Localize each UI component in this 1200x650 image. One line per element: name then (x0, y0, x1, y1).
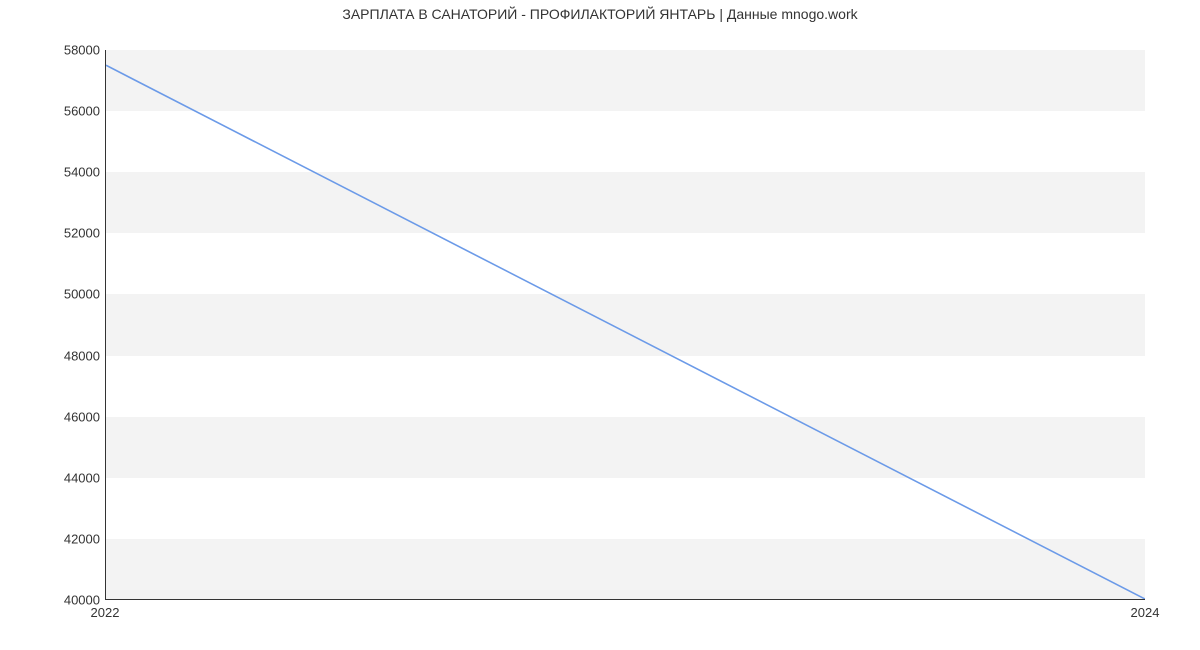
series-line (106, 65, 1145, 599)
chart-container: ЗАРПЛАТА В САНАТОРИЙ - ПРОФИЛАКТОРИЙ ЯНТ… (0, 0, 1200, 650)
x-tick-label: 2022 (91, 605, 120, 620)
plot-area (105, 50, 1145, 600)
y-tick-label: 42000 (45, 531, 100, 546)
data-line (106, 50, 1145, 599)
y-tick-label: 48000 (45, 348, 100, 363)
chart-title: ЗАРПЛАТА В САНАТОРИЙ - ПРОФИЛАКТОРИЙ ЯНТ… (0, 6, 1200, 22)
y-tick-label: 50000 (45, 287, 100, 302)
y-tick-label: 58000 (45, 43, 100, 58)
y-tick-label: 52000 (45, 226, 100, 241)
y-tick-label: 44000 (45, 470, 100, 485)
y-tick-label: 46000 (45, 409, 100, 424)
y-tick-label: 56000 (45, 104, 100, 119)
x-tick-label: 2024 (1131, 605, 1160, 620)
y-tick-label: 54000 (45, 165, 100, 180)
